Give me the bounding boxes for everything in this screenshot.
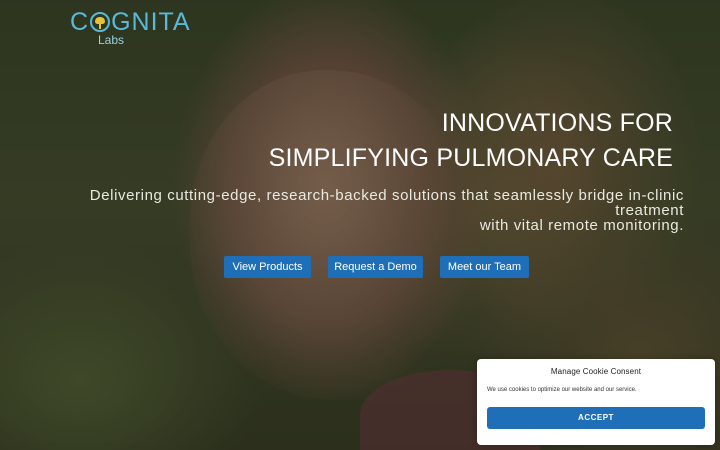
headline-line-1: INNOVATIONS FOR <box>441 109 673 137</box>
tagline-line-2: with vital remote monitoring. <box>479 217 684 234</box>
headline-line-2: SIMPLIFYING PULMONARY CARE <box>268 144 673 172</box>
cookie-text: We use cookies to optimize our website a… <box>487 387 637 393</box>
hero-tagline: Delivering cutting-edge, research-backed… <box>44 188 684 233</box>
meet-team-button[interactable]: Meet our Team <box>440 256 529 278</box>
brain-icon <box>90 12 111 32</box>
hero-background: C GNITA Labs INNOVATIONS FOR SIMPLIFYING… <box>0 0 720 450</box>
accept-cookies-button[interactable]: ACCEPT <box>487 407 705 429</box>
cookie-title: Manage Cookie Consent <box>550 367 642 376</box>
brand-name-prefix: C <box>70 8 90 36</box>
tagline-line-1: Delivering cutting-edge, research-backed… <box>89 187 684 219</box>
brand-logo[interactable]: C GNITA Labs <box>70 9 191 47</box>
cookie-consent-panel: Manage Cookie Consent We use cookies to … <box>477 359 715 445</box>
brand-name-suffix: GNITA <box>111 8 191 36</box>
hero-headline: INNOVATIONS FOR SIMPLIFYING PULMONARY CA… <box>269 106 673 176</box>
brand-wordmark: C GNITA <box>70 9 191 35</box>
request-demo-button[interactable]: Request a Demo <box>328 256 423 278</box>
view-products-button[interactable]: View Products <box>224 256 311 278</box>
